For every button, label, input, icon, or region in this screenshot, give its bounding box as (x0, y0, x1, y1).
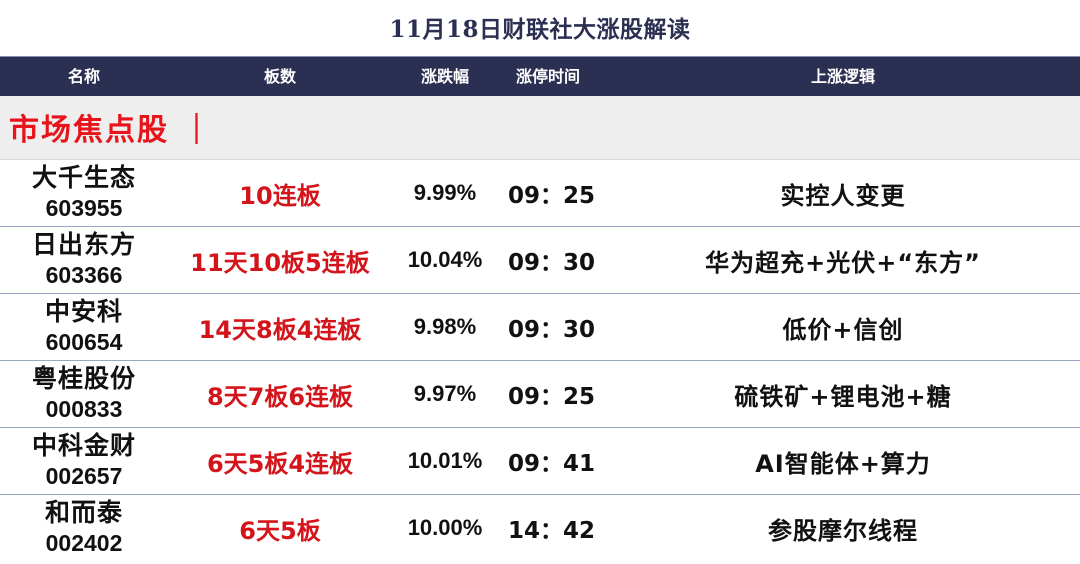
header-change: 涨跌幅 (420, 67, 469, 86)
rise-logic: 参股摩尔线程 (768, 516, 918, 545)
section-header: 市场焦点股 ｜ (0, 96, 1080, 160)
rise-logic: 硫铁矿+锂电池+糖 (734, 382, 952, 411)
stock-cell: 日出东方 603366 (0, 227, 168, 293)
board-count: 10连板 (239, 181, 321, 210)
stock-code: 600654 (45, 329, 123, 355)
rise-logic: 华为超充+光伏+“东方” (705, 248, 981, 277)
stock-cell: 中科金财 002657 (0, 428, 168, 494)
rise-logic: AI智能体+算力 (755, 449, 931, 478)
page-title: 11月18日财联社大涨股解读 (389, 16, 691, 43)
table-row: 中科金财 002657 6天5板4连板 10.01% 09：41 AI智能体+算… (0, 428, 1080, 495)
limit-time: 14：42 (508, 518, 596, 544)
limit-time: 09：30 (508, 317, 596, 343)
stock-name: 和而泰 (44, 498, 123, 527)
change-percent: 10.01% (407, 448, 483, 473)
stock-name: 中科金财 (31, 431, 136, 460)
board-count: 14天8板4连板 (198, 315, 362, 344)
board-count: 6天5板 (239, 516, 321, 545)
stock-code: 002657 (45, 463, 123, 489)
limit-time: 09：25 (508, 183, 596, 209)
change-percent: 9.99% (413, 180, 477, 205)
table-row: 和而泰 002402 6天5板 10.00% 14：42 参股摩尔线程 (0, 495, 1080, 564)
stock-cell: 粤桂股份 000833 (0, 361, 168, 427)
stock-cell: 和而泰 002402 (0, 495, 168, 561)
header-limit-time: 涨停时间 (516, 67, 581, 86)
stock-code: 002402 (45, 530, 123, 556)
stock-name: 大千生态 (31, 163, 136, 192)
board-count: 11天10板5连板 (190, 248, 370, 277)
table-row: 日出东方 603366 11天10板5连板 10.04% 09：30 华为超充+… (0, 227, 1080, 294)
change-percent: 9.97% (413, 381, 477, 406)
header-board: 板数 (263, 67, 296, 86)
header-name: 名称 (67, 67, 100, 86)
header-logic: 上涨逻辑 (810, 67, 875, 86)
rise-logic: 低价+信创 (782, 315, 904, 344)
stock-name: 粤桂股份 (31, 364, 136, 393)
table-row: 粤桂股份 000833 8天7板6连板 9.97% 09：25 硫铁矿+锂电池+… (0, 361, 1080, 428)
stock-code: 603955 (45, 195, 123, 221)
stock-cell: 大千生态 603955 (0, 160, 168, 226)
limit-time: 09：30 (508, 250, 596, 276)
stock-name: 日出东方 (31, 230, 136, 259)
section-title: 市场焦点股 ｜ (9, 113, 214, 148)
limit-time: 09：25 (508, 384, 596, 410)
change-percent: 10.00% (407, 515, 483, 540)
change-percent: 9.98% (413, 314, 477, 339)
stock-cell: 中安科 600654 (0, 294, 168, 360)
stock-code: 000833 (45, 396, 123, 422)
table-header: 名称 板数 涨跌幅 涨停时间 上涨逻辑 (0, 56, 1080, 96)
limit-time: 09：41 (508, 451, 596, 477)
board-count: 8天7板6连板 (206, 382, 354, 411)
table-row: 中安科 600654 14天8板4连板 9.98% 09：30 低价+信创 (0, 294, 1080, 361)
board-count: 6天5板4连板 (206, 449, 354, 478)
rise-logic: 实控人变更 (780, 181, 906, 210)
stock-code: 603366 (45, 262, 123, 288)
change-percent: 10.04% (407, 247, 483, 272)
stock-name: 中安科 (44, 297, 123, 326)
table-row: 大千生态 603955 10连板 9.99% 09：25 实控人变更 (0, 160, 1080, 227)
